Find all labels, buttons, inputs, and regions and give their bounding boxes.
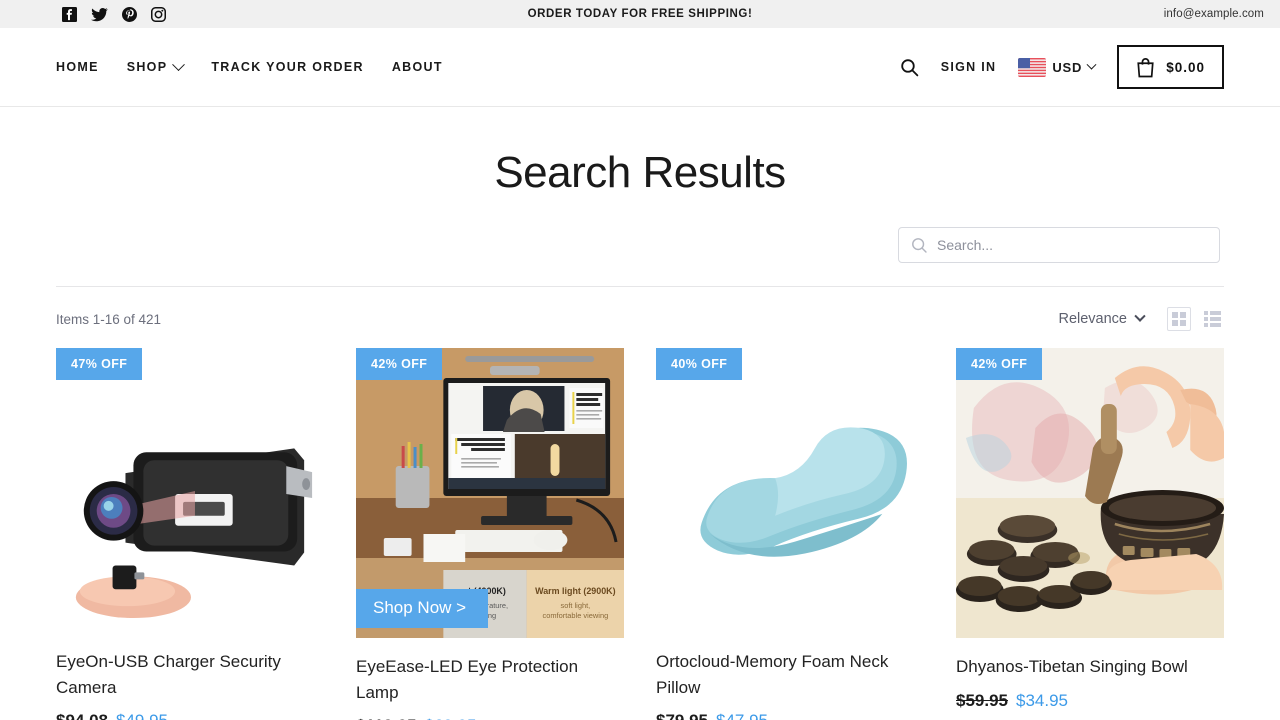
contact-email[interactable]: info@example.com — [1164, 8, 1264, 20]
product-card[interactable]: 47% OFF EyeOn-USB Charger Security Camer… — [56, 348, 324, 720]
instagram-icon[interactable] — [151, 6, 166, 22]
page-title: Search Results — [494, 148, 786, 197]
results-toolbar: Items 1-16 of 421 Relevance — [0, 305, 1280, 333]
nav-item-label: HOME — [56, 60, 99, 74]
chevron-down-icon — [1134, 310, 1146, 322]
main-navigation: HOME SHOP TRACK YOUR ORDER ABOUT — [56, 57, 443, 74]
product-prices: $94.08 $49.95 — [56, 711, 324, 720]
sale-price: $69.95 — [425, 716, 477, 720]
sale-price: $47.95 — [716, 711, 768, 720]
tibetan-singing-bowl-image[interactable]: 42% OFF — [956, 348, 1224, 638]
product-prices: $59.95 $34.95 — [956, 691, 1224, 711]
memory-foam-neck-pillow-image[interactable]: 40% OFF — [656, 348, 924, 633]
search-icon — [911, 237, 928, 254]
product-illustration — [56, 349, 324, 632]
discount-badge: 47% OFF — [56, 348, 143, 380]
discount-badge: 42% OFF — [356, 348, 443, 380]
product-title[interactable]: EyeOn-USB Charger Security Camera — [56, 649, 324, 700]
cart-total: $0.00 — [1166, 59, 1205, 75]
product-card[interactable]: 42% OFF — [956, 348, 1224, 720]
product-illustration — [956, 348, 1224, 638]
sale-price: $49.95 — [116, 711, 168, 720]
sort-label: Relevance — [1058, 311, 1127, 327]
announcement-message: ORDER TODAY FOR FREE SHIPPING! — [527, 8, 753, 20]
old-price: $119.95 — [356, 716, 417, 720]
items-count: Items 1-16 of 421 — [56, 311, 162, 327]
chevron-down-icon — [172, 57, 186, 71]
shopping-bag-icon — [1136, 57, 1155, 78]
cart-button[interactable]: $0.00 — [1117, 45, 1224, 89]
shop-now-button[interactable]: Shop Now > — [356, 589, 489, 628]
search-row — [0, 227, 1280, 263]
pinterest-icon[interactable] — [122, 6, 137, 22]
sale-price: $34.95 — [1016, 690, 1068, 710]
nav-item-shop[interactable]: SHOP — [126, 57, 186, 74]
toolbar-right: Relevance — [1058, 307, 1224, 331]
product-prices: $79.95 $47.95 — [656, 711, 924, 720]
chevron-down-icon — [1086, 59, 1097, 70]
grid-view-button[interactable] — [1167, 307, 1191, 331]
nav-item-label: TRACK YOUR ORDER — [211, 60, 364, 74]
svg-text:comfortable viewing: comfortable viewing — [542, 611, 608, 620]
old-price: $59.95 — [956, 690, 1008, 710]
view-toggles — [1167, 307, 1224, 331]
search-box[interactable] — [898, 227, 1220, 263]
product-card[interactable]: 40% OFF Ortocloud-Memory Foam Neck Pillo… — [656, 348, 924, 720]
sort-dropdown[interactable]: Relevance — [1058, 310, 1146, 327]
svg-text:Warm light (2900K): Warm light (2900K) — [535, 586, 615, 596]
us-flag-icon — [1018, 57, 1047, 77]
social-links — [62, 6, 166, 22]
toolbar-divider — [56, 286, 1224, 287]
twitter-icon[interactable] — [91, 7, 108, 22]
grid-view-icon — [1172, 312, 1186, 326]
list-view-icon — [1203, 311, 1221, 327]
product-title[interactable]: Dhyanos-Tibetan Singing Bowl — [956, 654, 1224, 680]
product-grid: 47% OFF EyeOn-USB Charger Security Camer… — [0, 348, 1280, 720]
product-card[interactable]: 42% OFF — [356, 348, 624, 720]
discount-badge: 40% OFF — [656, 348, 743, 380]
search-icon[interactable] — [900, 58, 919, 77]
currency-selector[interactable]: USD — [1018, 57, 1097, 77]
header-actions: SIGN IN USD $0.00 — [900, 45, 1224, 89]
nav-item-track-your-order[interactable]: TRACK YOUR ORDER — [211, 60, 364, 74]
list-view-button[interactable] — [1200, 307, 1224, 331]
nav-item-label: SHOP — [126, 60, 168, 74]
product-title[interactable]: EyeEase-LED Eye Protection Lamp — [356, 654, 624, 705]
site-header: HOME SHOP TRACK YOUR ORDER ABOUT SIGN IN — [0, 28, 1280, 107]
led-eye-protection-lamp-image[interactable]: 42% OFF (4000K) Warm light (2900K) soft … — [356, 348, 624, 638]
nav-item-label: ABOUT — [391, 60, 443, 74]
old-price: $94.08 — [56, 711, 108, 720]
nav-item-about[interactable]: ABOUT — [392, 60, 443, 74]
product-illustration — [656, 349, 924, 632]
currency-label: USD — [1052, 59, 1083, 75]
product-prices: $119.95 $69.95 — [356, 716, 624, 720]
announcement-bar: ORDER TODAY FOR FREE SHIPPING! info@exam… — [0, 0, 1280, 28]
nav-item-home[interactable]: HOME — [56, 60, 99, 74]
discount-badge: 42% OFF — [956, 348, 1043, 380]
old-price: $79.95 — [656, 711, 708, 720]
sign-in-button[interactable]: SIGN IN — [941, 60, 997, 74]
search-input[interactable] — [937, 237, 1207, 253]
product-title[interactable]: Ortocloud-Memory Foam Neck Pillow — [656, 649, 924, 700]
svg-text:soft light,: soft light, — [560, 601, 590, 610]
usb-charger-security-camera-image[interactable]: 47% OFF — [56, 348, 324, 633]
facebook-icon[interactable] — [62, 6, 77, 22]
